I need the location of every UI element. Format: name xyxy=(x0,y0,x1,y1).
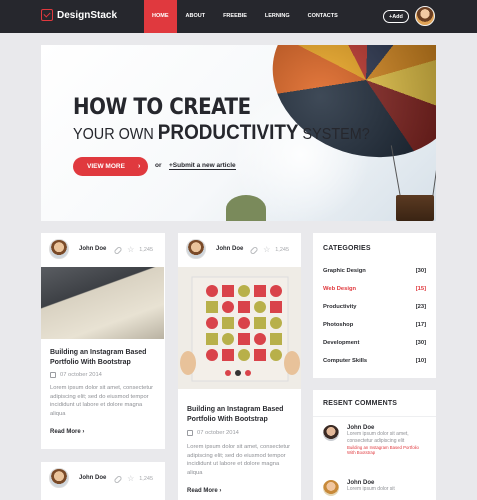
hero-banner: HOW TO CREATE YOUR OWN PRODUCTIVITY SYST… xyxy=(41,45,436,221)
category-name: Computer Skills xyxy=(323,358,368,364)
post-image-poster[interactable] xyxy=(178,267,301,389)
balloon-rope xyxy=(431,140,436,200)
divider xyxy=(313,416,436,417)
tree-silhouette xyxy=(226,195,266,221)
read-more-link[interactable]: Read More › xyxy=(187,488,221,494)
calendar-icon xyxy=(50,372,56,378)
post-title[interactable]: Building an Instagram Based Portfolio Wi… xyxy=(187,405,295,425)
post-actions: ☆ 1,245 xyxy=(113,474,153,484)
logo[interactable]: DesignStack xyxy=(41,9,117,21)
star-icon[interactable]: ☆ xyxy=(263,246,270,254)
comment-post-link[interactable]: Building an Instagram Based Portfolio Wi… xyxy=(347,445,427,455)
main-nav: HOME ABOUT FREEBIE LERNING CONTACTS xyxy=(144,0,347,33)
author-name[interactable]: John Doe xyxy=(79,246,106,252)
category-count: [15] xyxy=(415,286,426,292)
user-avatar[interactable] xyxy=(415,6,435,26)
hero-title-line2: YOUR OWN PRODUCTIVITY SYSTEM? xyxy=(73,121,370,145)
author-avatar[interactable] xyxy=(49,468,69,488)
recent-comments-widget: RESENT COMMENTS John Doe Lorem ipsum dol… xyxy=(313,390,436,500)
category-name: Productivity xyxy=(323,304,357,310)
read-more-label: Read More xyxy=(187,488,218,494)
nav-lerning[interactable]: LERNING xyxy=(256,0,299,33)
category-count: [30] xyxy=(415,340,426,346)
comment-body: John Doe Lorem ipsum dolor sit amet, con… xyxy=(347,425,427,455)
category-item[interactable]: Productivity [23] xyxy=(323,304,426,310)
hero-title-line1: HOW TO CREATE xyxy=(73,95,251,120)
submit-article-link[interactable]: +Submit a new article xyxy=(169,162,236,170)
chevron-right-icon: › xyxy=(138,163,141,170)
link-icon[interactable] xyxy=(113,245,123,255)
hero-title-prefix: YOUR OWN xyxy=(73,126,154,143)
likes-count: 1,245 xyxy=(275,247,289,253)
post-excerpt: Lorem ipsum dolor sit amet, consectetur … xyxy=(50,385,154,417)
category-item[interactable]: Computer Skills [10] xyxy=(323,358,426,364)
add-button[interactable]: +Add xyxy=(383,10,409,23)
post-card: John Doe ☆ 1,245 Building an Instagram B… xyxy=(178,233,301,500)
author-avatar[interactable] xyxy=(186,239,206,259)
category-item[interactable]: Graphic Design [30] xyxy=(323,268,426,274)
recent-comments-title: RESENT COMMENTS xyxy=(323,400,398,407)
logo-text: DesignStack xyxy=(57,9,118,21)
post-meta: John Doe xyxy=(186,239,243,259)
post-date-text: 07 october 2014 xyxy=(197,430,239,436)
balloon-basket xyxy=(396,195,434,221)
read-more-link[interactable]: Read More › xyxy=(50,429,84,435)
commenter-avatar[interactable] xyxy=(323,425,339,441)
link-icon[interactable] xyxy=(249,245,259,255)
category-count: [30] xyxy=(415,268,426,274)
post-actions: ☆ 1,245 xyxy=(249,245,289,255)
category-count: [17] xyxy=(415,322,426,328)
category-count: [23] xyxy=(415,304,426,310)
likes-count: 1,245 xyxy=(139,247,153,253)
post-excerpt: Lorem ipsum dolor sit amet, consectetur … xyxy=(187,444,291,476)
post-meta: John Doe xyxy=(49,239,106,259)
post-meta: John Doe xyxy=(49,468,106,488)
category-name: Photoshop xyxy=(323,322,354,328)
comment-text: Lorem ipsum dolor sit amet, consectetur … xyxy=(347,431,409,444)
top-navbar: DesignStack HOME ABOUT FREEBIE LERNING C… xyxy=(0,0,477,33)
author-name[interactable]: John Doe xyxy=(216,246,243,252)
post-date: 07 october 2014 xyxy=(50,372,102,378)
category-item[interactable]: Development [30] xyxy=(323,340,426,346)
categories-widget: CATEGORIES Graphic Design [30] Web Desig… xyxy=(313,233,436,378)
hero-title-suffix: SYSTEM? xyxy=(302,126,370,143)
nav-home[interactable]: HOME xyxy=(144,0,177,33)
or-label: or xyxy=(155,162,162,169)
comment-body: John Doe Lorem ipsum dolor sit xyxy=(347,480,427,496)
comment-item[interactable]: John Doe Lorem ipsum dolor sit xyxy=(323,480,427,496)
comment-item[interactable]: John Doe Lorem ipsum dolor sit amet, con… xyxy=(323,425,427,455)
categories-title: CATEGORIES xyxy=(323,245,371,252)
read-more-label: Read More xyxy=(50,429,81,435)
category-name: Web Design xyxy=(323,286,357,292)
comment-text: Lorem ipsum dolor sit xyxy=(347,486,395,492)
post-image-tickets[interactable] xyxy=(41,267,164,339)
commenter-avatar[interactable] xyxy=(323,480,339,496)
post-card: John Doe ☆ 1,245 xyxy=(41,462,165,500)
nav-about[interactable]: ABOUT xyxy=(177,0,215,33)
post-date: 07 october 2014 xyxy=(187,430,239,436)
nav-contacts[interactable]: CONTACTS xyxy=(299,0,347,33)
category-item[interactable]: Photoshop [17] xyxy=(323,322,426,328)
hero-title-bold: PRODUCTIVITY xyxy=(157,121,299,144)
star-icon[interactable]: ☆ xyxy=(127,475,134,483)
author-name[interactable]: John Doe xyxy=(79,475,106,481)
post-actions: ☆ 1,245 xyxy=(113,245,153,255)
calendar-icon xyxy=(187,430,193,436)
post-title[interactable]: Building an Instagram Based Portfolio Wi… xyxy=(50,348,158,368)
link-icon[interactable] xyxy=(113,474,123,484)
category-item[interactable]: Web Design [15] xyxy=(323,286,426,292)
nav-freebie[interactable]: FREEBIE xyxy=(214,0,256,33)
logo-icon xyxy=(41,9,53,21)
post-card: John Doe ☆ 1,245 Building an Instagram B… xyxy=(41,233,165,449)
category-name: Graphic Design xyxy=(323,268,366,274)
view-more-button[interactable]: VIEW MORE xyxy=(73,157,148,176)
category-count: [10] xyxy=(415,358,426,364)
geometric-poster-art xyxy=(180,276,300,382)
author-avatar[interactable] xyxy=(49,239,69,259)
star-icon[interactable]: ☆ xyxy=(127,246,134,254)
category-name: Development xyxy=(323,340,360,346)
likes-count: 1,245 xyxy=(139,476,153,482)
post-date-text: 07 october 2014 xyxy=(60,372,102,378)
